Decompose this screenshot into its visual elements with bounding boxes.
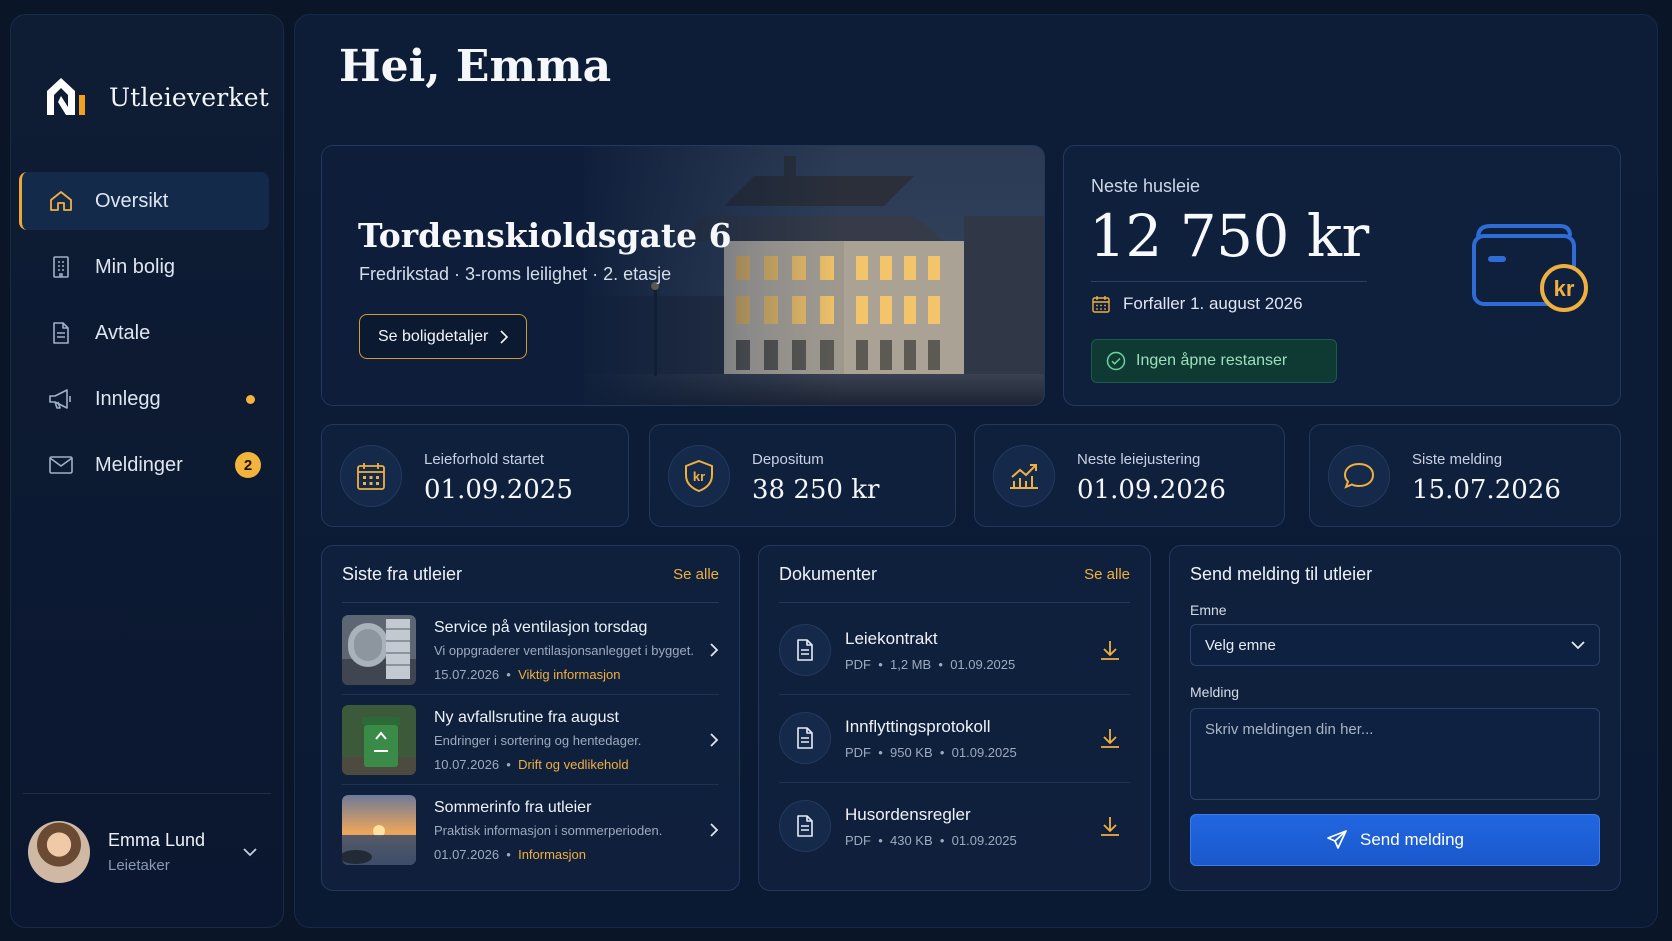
shield-symbol: kr [693, 469, 705, 484]
nav-item-avtale[interactable]: Avtale [19, 304, 269, 362]
status-badge: Ingen åpne restanser [1091, 339, 1337, 383]
chevron-down-icon [1571, 640, 1585, 649]
chevron-right-icon [500, 329, 509, 344]
logo-icon [47, 78, 85, 115]
shield-kr-icon: kr [668, 445, 730, 507]
recycling-bin-photo [342, 705, 416, 775]
news-item[interactable]: Service på ventilasjon torsdag Vi oppgra… [342, 606, 719, 694]
mail-icon [47, 451, 75, 479]
download-icon[interactable] [1098, 726, 1122, 750]
panel-title: Dokumenter [779, 564, 878, 584]
subject-select[interactable]: Velg emne [1190, 624, 1600, 666]
file-icon [779, 624, 831, 676]
document-row[interactable]: Leiekontrakt PDF • 1,2 MB • 01.09.2025 [779, 606, 1130, 694]
chevron-right-icon [710, 733, 719, 747]
check-circle-icon [1106, 351, 1126, 371]
user-menu[interactable]: Emma Lund Leietaker [28, 821, 268, 883]
unread-count-badge: 2 [235, 452, 261, 478]
nav-label: Innlegg [95, 387, 161, 410]
panel-title: Siste fra utleier [342, 564, 463, 584]
file-icon [779, 712, 831, 764]
stat-last-message: Siste melding 15.07.2026 [1309, 424, 1621, 527]
news-item[interactable]: Ny avfallsrutine fra august Endringer i … [342, 696, 719, 784]
rent-amount: 12 750 kr [1089, 202, 1369, 270]
view-property-button[interactable]: Se boligdetaljer [359, 314, 528, 359]
document-row[interactable]: Innflyttingsprotokoll PDF • 950 KB • 01.… [779, 694, 1130, 782]
page-title: Hei, Emma [339, 41, 612, 92]
nav-label: Min bolig [95, 255, 176, 278]
user-name: Emma Lund [108, 830, 206, 850]
sidebar: Utleieverket Oversikt Min bolig Avtale I… [10, 14, 284, 928]
main-nav: Oversikt Min bolig Avtale Innlegg Meldin… [19, 172, 269, 502]
property-card: Tordenskioldsgate 6 Fredrikstad · 3-roms… [321, 145, 1045, 406]
property-floor: 2. etasje [603, 264, 672, 284]
nav-label: Avtale [95, 321, 151, 344]
user-role: Leietaker [108, 857, 170, 874]
rent-due: Forfaller 1. august 2026 [1091, 294, 1303, 314]
download-icon[interactable] [1098, 814, 1122, 838]
nav-item-oversikt[interactable]: Oversikt [19, 172, 269, 230]
property-city: Fredrikstad [359, 264, 450, 284]
nav-item-min-bolig[interactable]: Min bolig [19, 238, 269, 296]
property-details: Fredrikstad · 3-roms leilighet · 2. etas… [359, 264, 672, 284]
calendar-icon [340, 445, 402, 507]
send-icon [1327, 830, 1347, 849]
file-icon [779, 800, 831, 852]
send-message-button[interactable]: Send melding [1190, 814, 1600, 866]
rent-label: Neste husleie [1091, 176, 1201, 196]
message-label: Melding [1190, 684, 1240, 700]
stat-deposit: kr Depositum 38 250 kr [649, 424, 956, 527]
home-icon [47, 187, 75, 215]
property-type: 3-roms leilighet [465, 264, 588, 284]
documents-panel: Dokumenter Se alle Leiekontrakt PDF • 1,… [758, 545, 1151, 891]
stat-lease-start: Leieforhold startet 01.09.2025 [321, 424, 629, 527]
landlord-news-panel: Siste fra utleier Se alle Service på ven… [321, 545, 740, 891]
main-content: Hei, Emma Tordenskioldsgate 6 Fredriksta… [294, 14, 1658, 928]
see-all-news-link[interactable]: Se alle [673, 566, 719, 583]
avatar [28, 821, 90, 883]
chevron-right-icon [710, 643, 719, 657]
message-textarea[interactable] [1190, 708, 1600, 800]
nav-label: Oversikt [95, 189, 169, 212]
see-all-documents-link[interactable]: Se alle [1084, 566, 1130, 583]
subject-label: Emne [1190, 602, 1227, 618]
nav-item-meldinger[interactable]: Meldinger 2 [19, 436, 269, 494]
document-row[interactable]: Husordensregler PDF • 430 KB • 01.09.202… [779, 782, 1130, 870]
unread-dot [246, 394, 255, 404]
chart-up-icon [993, 445, 1055, 507]
nav-label: Meldinger [95, 453, 183, 476]
nav-item-innlegg[interactable]: Innlegg [19, 370, 269, 428]
sunset-photo [342, 795, 416, 865]
chevron-down-icon [243, 848, 257, 857]
calendar-icon [1092, 296, 1110, 313]
download-icon[interactable] [1098, 638, 1122, 662]
property-address: Tordenskioldsgate 6 [358, 216, 732, 255]
brand[interactable]: Utleieverket [41, 69, 269, 125]
send-message-panel: Send melding til utleier Emne Velg emne … [1169, 545, 1621, 891]
ventilation-photo [342, 615, 416, 685]
sidebar-divider [23, 793, 271, 794]
wallet-kr-icon: kr [1472, 224, 1588, 312]
megaphone-icon [47, 385, 75, 413]
button-label: Se boligdetaljer [378, 327, 489, 345]
next-rent-card: Neste husleie 12 750 kr Forfaller 1. aug… [1063, 145, 1621, 406]
panel-title: Send melding til utleier [1190, 564, 1373, 584]
wallet-symbol: kr [1554, 276, 1575, 301]
document-icon [47, 319, 75, 347]
brand-name: Utleieverket [109, 82, 269, 112]
stat-next-adjustment: Neste leiejustering 01.09.2026 [974, 424, 1285, 527]
chevron-right-icon [710, 823, 719, 837]
building-icon [47, 253, 75, 281]
news-item[interactable]: Sommerinfo fra utleier Praktisk informas… [342, 786, 719, 874]
chat-bubble-icon [1328, 445, 1390, 507]
